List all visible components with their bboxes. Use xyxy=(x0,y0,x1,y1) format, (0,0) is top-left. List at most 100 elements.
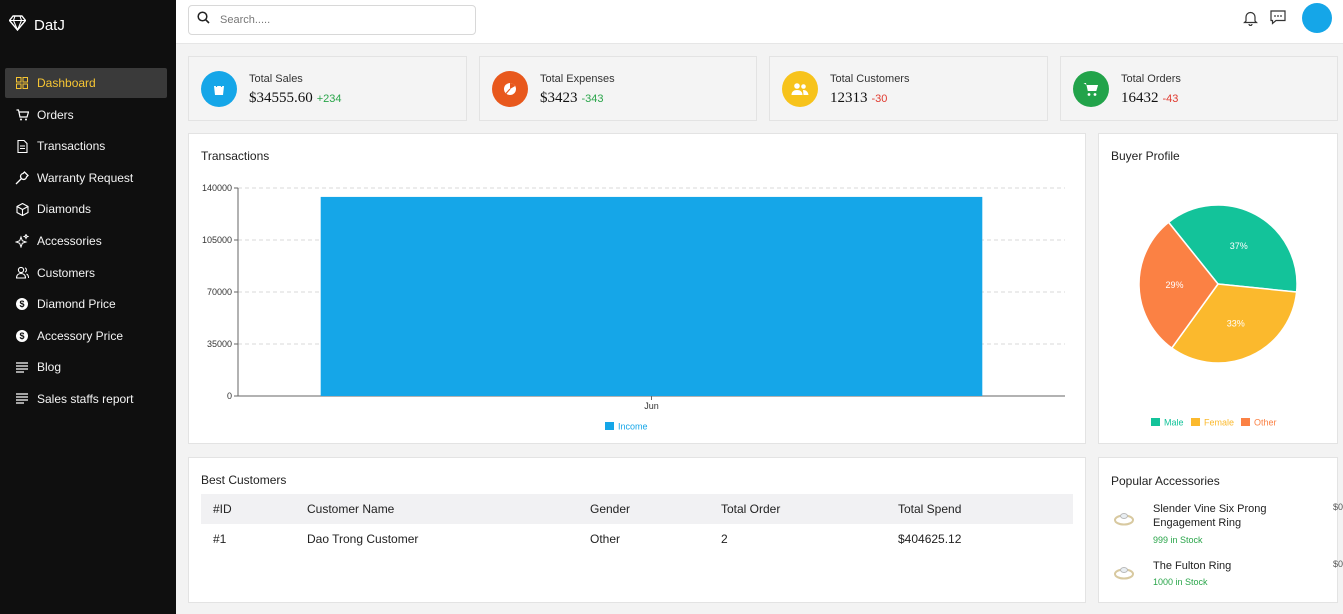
sidebar-item-accessories[interactable]: Accessories xyxy=(5,226,167,256)
accessory-item[interactable]: Slender Vine Six Prong Engagement Ring 9… xyxy=(1111,502,1343,550)
cell-id: #1 xyxy=(213,532,227,546)
stat-amount: $34555.60 xyxy=(249,90,313,106)
x-tick-label: Jun xyxy=(644,401,659,411)
stat-amount: 12313 xyxy=(830,90,868,106)
panel-title: Best Customers xyxy=(201,473,287,487)
sidebar: DatJ Dashboard Orders Transactions Warra… xyxy=(0,0,176,614)
sidebar-item-dashboard[interactable]: Dashboard xyxy=(5,68,167,98)
stat-card-total-orders: Total Orders 16432 -43 xyxy=(1060,56,1338,121)
top-header xyxy=(176,0,1343,44)
stat-value: $34555.60 +234 xyxy=(249,90,342,107)
chat-icon[interactable] xyxy=(1270,10,1286,26)
sidebar-item-sales-staffs-report[interactable]: Sales staffs report xyxy=(5,384,167,414)
chart-legend: Male Female Other xyxy=(1151,418,1277,428)
svg-text:$: $ xyxy=(19,331,24,341)
search-icon xyxy=(197,11,210,29)
sidebar-item-diamonds[interactable]: Diamonds xyxy=(5,194,167,224)
cell-gender: Other xyxy=(590,532,621,546)
best-customers-table: #ID Customer Name Gender Total Order Tot… xyxy=(201,494,1073,554)
accessory-price: $0 xyxy=(1332,502,1343,512)
lines-icon xyxy=(15,392,29,406)
bar xyxy=(320,196,983,396)
column-header[interactable]: #ID xyxy=(201,494,295,524)
sidebar-nav: Dashboard Orders Transactions Warranty R… xyxy=(5,68,167,416)
stat-value: 12313 -30 xyxy=(830,90,887,107)
buyer-profile-chart: 37% 33% 29% Male Female Other xyxy=(1138,204,1298,428)
sidebar-item-blog[interactable]: Blog xyxy=(5,352,167,382)
sidebar-item-label: Sales staffs report xyxy=(37,391,134,406)
column-header[interactable]: Gender xyxy=(578,494,709,524)
y-tick-label: 0 xyxy=(227,391,232,401)
legend-label: Other xyxy=(1254,418,1277,428)
legend-label: Female xyxy=(1204,418,1234,428)
cell-customer-name: Dao Trong Customer xyxy=(307,532,419,546)
sidebar-item-label: Accessory Price xyxy=(37,328,124,343)
popular-accessories-panel: Popular Accessories Slender Vine Six Pro… xyxy=(1098,457,1343,603)
legend-label: Income xyxy=(618,422,648,432)
accessory-item[interactable]: The Fulton Ring 1000 in Stock $0 xyxy=(1111,559,1343,595)
sparkle-icon xyxy=(15,233,29,248)
accessory-price: $0 xyxy=(1332,559,1343,569)
sidebar-item-label: Accessories xyxy=(37,233,102,248)
stat-label: Total Expenses xyxy=(540,73,615,85)
best-customers-panel: Best Customers #ID Customer Name Gender … xyxy=(188,457,1086,603)
stat-delta: +234 xyxy=(316,93,342,105)
bell-icon[interactable] xyxy=(1243,10,1259,27)
transactions-chart: 0 35000 70000 105000 140000 Jun Income xyxy=(202,183,1065,432)
column-header[interactable]: Customer Name xyxy=(295,494,578,524)
accessory-stock: 999 in Stock xyxy=(1153,535,1203,545)
buyer-profile-panel: Buyer Profile 37% 33% 29% Male Female Other xyxy=(1098,133,1338,444)
avatar[interactable] xyxy=(1302,3,1332,33)
ring-icon xyxy=(1111,559,1137,585)
cell-total-spend: $404625.12 xyxy=(898,532,962,546)
stat-value: 16432 -43 xyxy=(1121,90,1178,107)
search-input[interactable] xyxy=(220,14,460,26)
stat-label: Total Customers xyxy=(830,73,910,85)
stat-label: Total Sales xyxy=(249,73,303,85)
stat-card-total-expenses: Total Expenses $3423 -343 xyxy=(479,56,757,121)
sidebar-item-label: Diamond Price xyxy=(37,297,116,312)
sidebar-item-label: Customers xyxy=(37,265,96,280)
sidebar-item-customers[interactable]: Customers xyxy=(5,258,167,288)
column-header[interactable]: Total Order xyxy=(709,494,886,524)
slice-label: 29% xyxy=(1166,280,1184,290)
chart-legend: Income xyxy=(605,422,648,432)
sidebar-item-label: Blog xyxy=(37,360,62,375)
slice-label: 37% xyxy=(1230,241,1248,251)
sidebar-item-label: Orders xyxy=(37,107,74,122)
grid-icon xyxy=(15,76,29,90)
y-tick-label: 35000 xyxy=(207,339,232,349)
sidebar-item-label: Transactions xyxy=(37,139,106,154)
lines-icon xyxy=(15,360,29,374)
cart-icon xyxy=(15,108,29,122)
legend-label: Male xyxy=(1164,418,1184,428)
table-row[interactable]: #1 Dao Trong Customer Other 2 $404625.12 xyxy=(201,524,1073,554)
accessory-stock: 1000 in Stock xyxy=(1153,577,1208,587)
brand-name: DatJ xyxy=(34,17,65,34)
search-box[interactable] xyxy=(188,5,476,35)
pie-chart-icon xyxy=(492,71,528,107)
sidebar-item-orders[interactable]: Orders xyxy=(5,100,167,130)
wrench-icon xyxy=(15,170,29,185)
ring-icon xyxy=(1111,506,1137,532)
diamond-logo-icon xyxy=(8,15,27,36)
stat-label: Total Orders xyxy=(1121,73,1181,85)
sidebar-item-label: Diamonds xyxy=(37,202,92,217)
panel-title: Popular Accessories xyxy=(1111,474,1220,488)
sidebar-item-diamond-price[interactable]: $ Diamond Price xyxy=(5,289,167,319)
stat-delta: -30 xyxy=(871,93,888,105)
cell-total-order: 2 xyxy=(721,532,728,546)
slice-label: 33% xyxy=(1227,319,1245,329)
cube-icon xyxy=(15,202,29,216)
sidebar-item-accessory-price[interactable]: $ Accessory Price xyxy=(5,321,167,351)
sidebar-item-warranty-request[interactable]: Warranty Request xyxy=(5,163,167,193)
stat-amount: $3423 xyxy=(540,90,578,106)
column-header[interactable]: Total Spend xyxy=(886,494,1073,524)
svg-text:$: $ xyxy=(19,299,24,309)
brand[interactable]: DatJ xyxy=(8,15,65,36)
legend-swatch xyxy=(1191,418,1200,426)
accessory-name: The Fulton Ring xyxy=(1153,560,1232,572)
sidebar-item-transactions[interactable]: Transactions xyxy=(5,131,167,161)
transactions-panel: Transactions 0 35000 70000 105000 140000 Jun I… xyxy=(188,133,1086,444)
dollar-icon: $ xyxy=(15,329,29,343)
